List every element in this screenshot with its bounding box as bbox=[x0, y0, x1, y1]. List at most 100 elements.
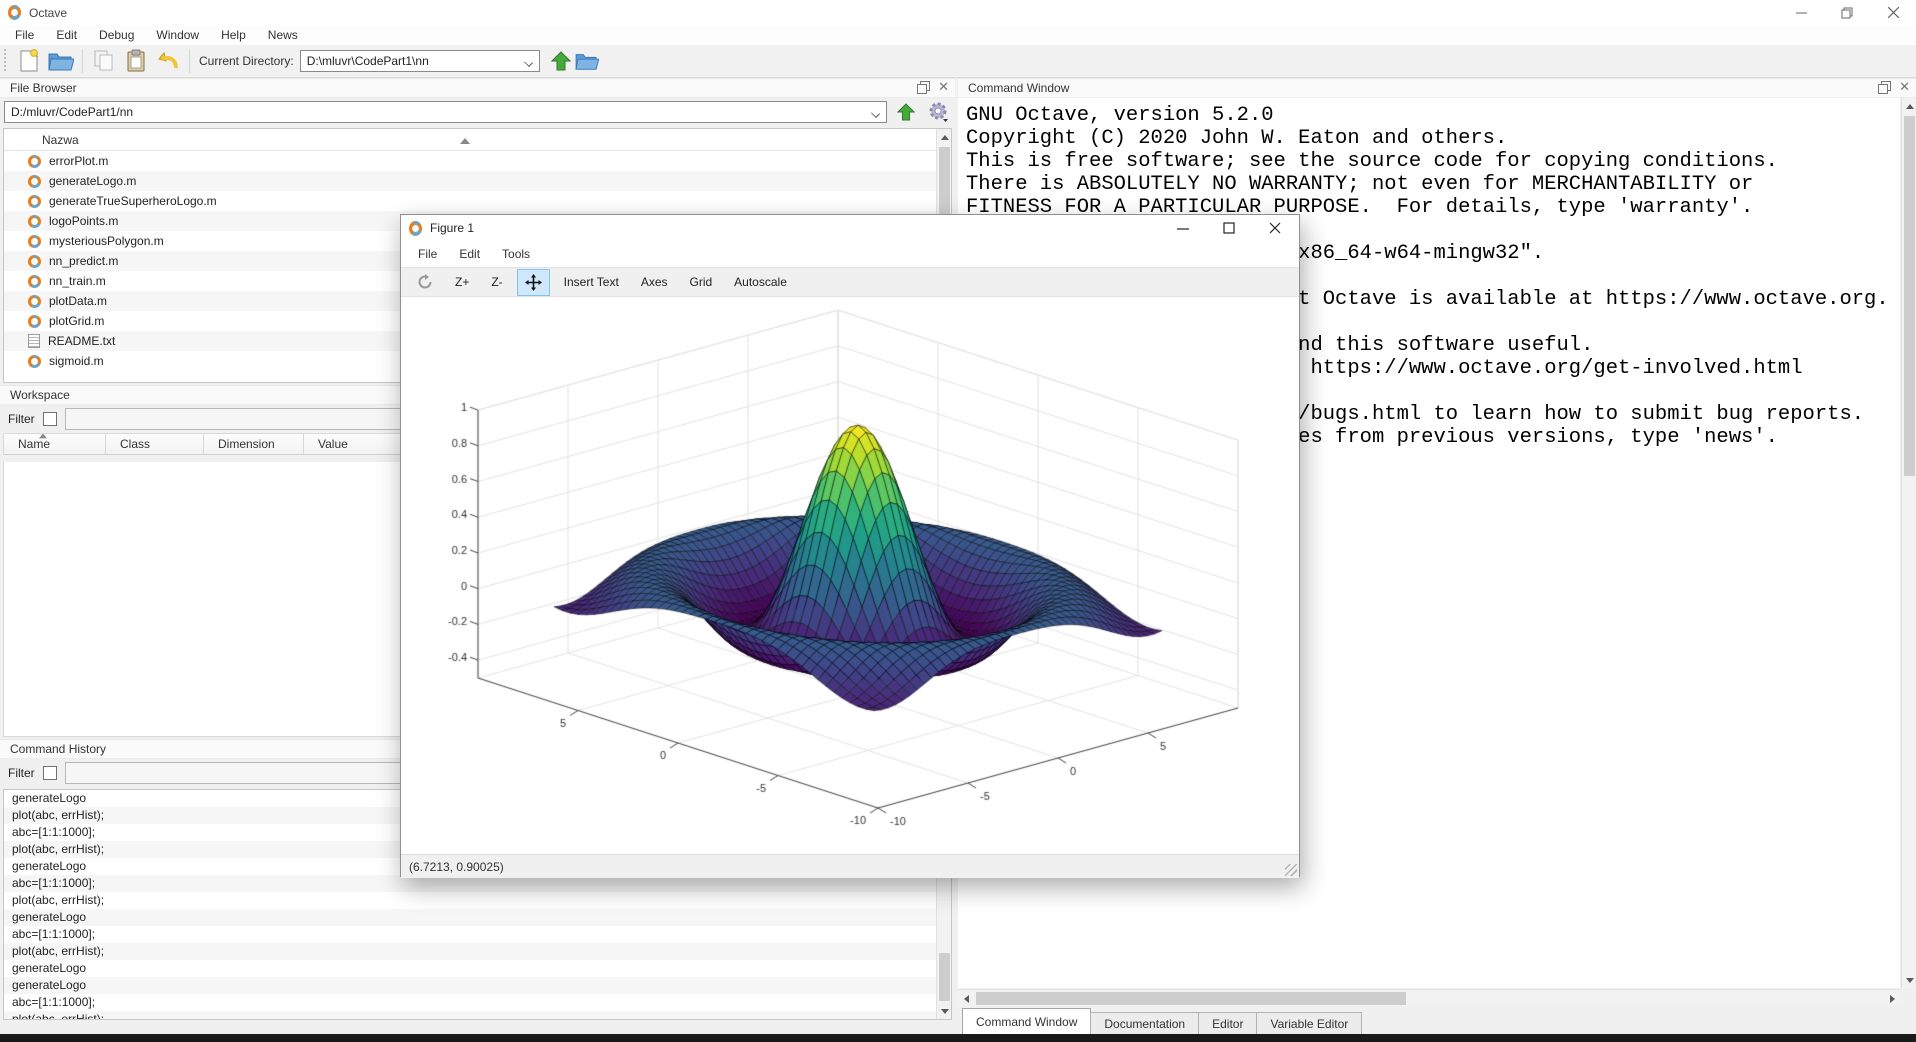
surface-plot[interactable] bbox=[401, 297, 1299, 854]
sort-ascending-icon bbox=[460, 138, 470, 144]
menu-file[interactable]: File bbox=[4, 26, 45, 44]
file-list-column-header[interactable]: Nazwa bbox=[4, 129, 951, 151]
history-item[interactable]: abc=[1:1:1000]; bbox=[4, 926, 951, 943]
history-item[interactable]: generateLogo bbox=[4, 960, 951, 977]
autoscale-button[interactable]: Autoscale bbox=[726, 270, 795, 294]
filter-label: Filter bbox=[8, 766, 35, 780]
file-name: errorPlot.m bbox=[49, 154, 109, 168]
scroll-right-icon[interactable] bbox=[1884, 990, 1900, 1007]
close-button[interactable] bbox=[1870, 0, 1916, 25]
menu-debug[interactable]: Debug bbox=[88, 26, 145, 44]
directory-up-button[interactable] bbox=[548, 49, 574, 73]
undo-icon[interactable] bbox=[154, 48, 182, 74]
file-name: README.txt bbox=[48, 334, 116, 348]
close-button[interactable] bbox=[1252, 215, 1298, 241]
copy-icon[interactable] bbox=[90, 48, 118, 74]
new-script-icon[interactable] bbox=[15, 48, 43, 74]
history-item[interactable]: plot(abc, errHist); bbox=[4, 1011, 951, 1019]
axes-button[interactable]: Axes bbox=[633, 270, 676, 294]
file-name: generateTrueSuperheroLogo.m bbox=[49, 194, 217, 208]
console-line: There is ABSOLUTELY NO WARRANTY; not eve… bbox=[966, 173, 1754, 196]
file-row[interactable]: generateLogo.m bbox=[4, 171, 951, 191]
minimize-button[interactable] bbox=[1160, 215, 1206, 241]
figure-title: Figure 1 bbox=[430, 221, 475, 235]
zoom-in-button[interactable]: Z+ bbox=[447, 270, 477, 294]
history-item[interactable]: abc=[1:1:1000]; bbox=[4, 994, 951, 1011]
chevron-down-icon bbox=[523, 58, 533, 67]
history-item[interactable]: generateLogo bbox=[4, 977, 951, 994]
surface-plot-canvas[interactable] bbox=[401, 297, 1299, 854]
file-row[interactable]: generateTrueSuperheroLogo.m bbox=[4, 191, 951, 211]
tab-documentation[interactable]: Documentation bbox=[1090, 1012, 1200, 1034]
file-browser-path-combobox[interactable]: D:/mluvr/CodePart1/nn bbox=[4, 101, 887, 123]
file-row[interactable]: errorPlot.m bbox=[4, 151, 951, 171]
octave-file-icon bbox=[28, 174, 41, 188]
history-item[interactable]: plot(abc, errHist); bbox=[4, 943, 951, 960]
minimize-button[interactable] bbox=[1778, 0, 1824, 25]
grid-button[interactable]: Grid bbox=[682, 270, 721, 294]
pan-tool-icon[interactable] bbox=[516, 268, 550, 296]
workspace-column-name[interactable]: Name bbox=[4, 433, 106, 454]
current-directory-value: D:\mluvr\CodePart1\nn bbox=[306, 54, 429, 68]
tab-variable-editor[interactable]: Variable Editor bbox=[1256, 1012, 1363, 1034]
window-controls bbox=[1778, 0, 1916, 25]
figure-menu-tools[interactable]: Tools bbox=[491, 245, 541, 263]
undock-panel-icon[interactable] bbox=[917, 81, 931, 94]
browse-directory-button[interactable] bbox=[574, 49, 600, 73]
console-line: This is free software; see the source co… bbox=[966, 150, 1778, 173]
maximize-button[interactable] bbox=[1206, 215, 1252, 241]
figure-menu-edit[interactable]: Edit bbox=[448, 245, 491, 263]
file-name: generateLogo.m bbox=[49, 174, 137, 188]
close-panel-icon[interactable]: ✕ bbox=[1899, 80, 1910, 93]
zoom-out-button[interactable]: Z- bbox=[483, 270, 510, 294]
scroll-down-icon[interactable] bbox=[1902, 972, 1916, 988]
octave-logo-icon bbox=[409, 220, 422, 236]
menu-window[interactable]: Window bbox=[145, 26, 210, 44]
scroll-down-icon[interactable] bbox=[937, 1003, 951, 1019]
command-window-hscrollbar[interactable] bbox=[958, 989, 1900, 1006]
close-panel-icon[interactable]: ✕ bbox=[938, 80, 949, 93]
command-window-header[interactable]: Command Window ✕ bbox=[958, 78, 1916, 98]
cursor-coordinates: (6.7213, 0.90025) bbox=[409, 859, 504, 874]
workspace-column-class[interactable]: Class bbox=[106, 434, 204, 454]
scroll-left-icon[interactable] bbox=[958, 990, 974, 1007]
octave-logo-icon bbox=[8, 5, 21, 20]
actions-gear-button[interactable] bbox=[925, 100, 951, 124]
menu-help[interactable]: Help bbox=[210, 26, 257, 44]
paste-icon[interactable] bbox=[122, 48, 150, 74]
restore-button[interactable] bbox=[1824, 0, 1870, 25]
filter-checkbox[interactable] bbox=[42, 412, 57, 426]
figure-menubar: File Edit Tools bbox=[401, 241, 1299, 267]
file-browser-header[interactable]: File Browser ✕ bbox=[0, 78, 955, 98]
undock-panel-icon[interactable] bbox=[1878, 81, 1892, 94]
tab-command-window[interactable]: Command Window bbox=[962, 1008, 1092, 1034]
history-item[interactable]: generateLogo bbox=[4, 909, 951, 926]
console-line: GNU Octave, version 5.2.0 bbox=[966, 104, 1274, 127]
figure-window[interactable]: Figure 1 File Edit Tools Z+ Z- Insert Text… bbox=[400, 214, 1300, 878]
figure-titlebar[interactable]: Figure 1 bbox=[401, 215, 1299, 241]
insert-text-button[interactable]: Insert Text bbox=[556, 270, 627, 294]
file-name: plotData.m bbox=[49, 294, 108, 308]
menu-news[interactable]: News bbox=[257, 26, 309, 44]
octave-file-icon bbox=[28, 214, 41, 228]
file-browser-title: File Browser bbox=[10, 81, 77, 95]
rotate-tool-icon[interactable] bbox=[409, 269, 441, 295]
current-directory-label: Current Directory: bbox=[199, 54, 294, 68]
open-file-icon[interactable] bbox=[47, 48, 75, 74]
current-directory-combobox[interactable]: D:\mluvr\CodePart1\nn bbox=[299, 50, 540, 72]
bottom-tab-bar: Command Window Documentation Editor Variabl… bbox=[958, 1006, 1916, 1034]
resize-grip[interactable] bbox=[1285, 864, 1297, 876]
toolbar-grip[interactable] bbox=[4, 49, 9, 73]
command-window-vscrollbar[interactable] bbox=[1901, 98, 1916, 988]
scroll-up-icon[interactable] bbox=[937, 129, 951, 145]
menu-edit[interactable]: Edit bbox=[45, 26, 88, 44]
console-line: Copyright (C) 2020 John W. Eaton and oth… bbox=[966, 127, 1508, 150]
scroll-up-icon[interactable] bbox=[1902, 98, 1916, 114]
taskbar-strip bbox=[0, 1034, 1916, 1042]
history-item[interactable]: plot(abc, errHist); bbox=[4, 892, 951, 909]
workspace-column-dimension[interactable]: Dimension bbox=[204, 434, 304, 454]
figure-menu-file[interactable]: File bbox=[407, 245, 448, 263]
filter-checkbox[interactable] bbox=[42, 766, 57, 780]
tab-editor[interactable]: Editor bbox=[1198, 1012, 1258, 1034]
one-directory-up-button[interactable] bbox=[893, 100, 919, 124]
